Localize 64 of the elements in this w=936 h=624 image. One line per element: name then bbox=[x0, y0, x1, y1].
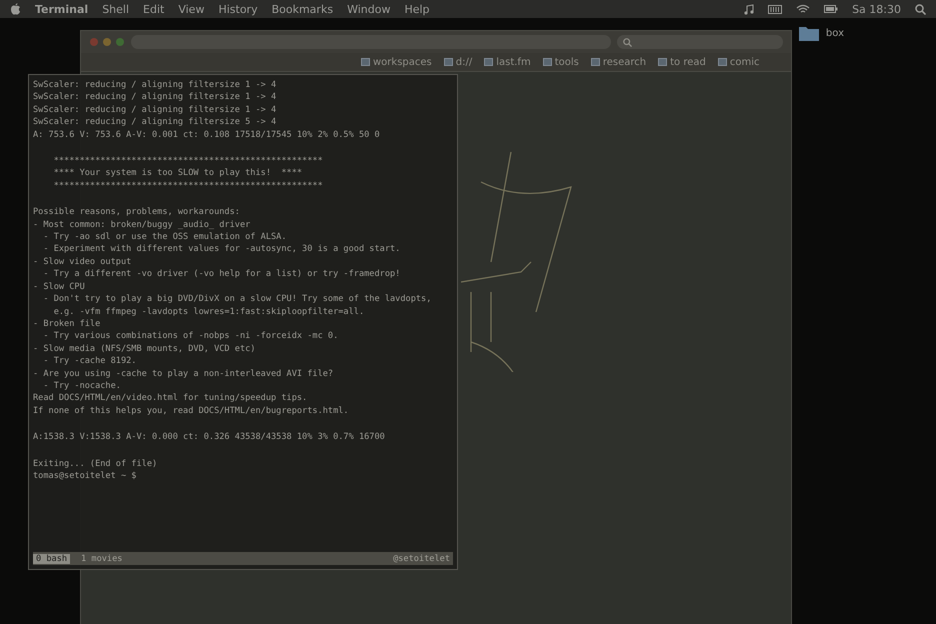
terminal-line: - Slow media (NFS/SMB mounts, DVD, VCD etc) bbox=[33, 342, 256, 356]
search-icon bbox=[623, 38, 632, 46]
terminal-line: SwScaler: reducing / aligning filtersize 1 -> 4 bbox=[33, 104, 278, 116]
search-field[interactable] bbox=[617, 35, 783, 49]
clock-text: Sa 18:30 bbox=[852, 2, 901, 16]
folder-label: box bbox=[826, 28, 844, 38]
terminal-line: Exiting... (End of file) bbox=[33, 458, 158, 470]
bookmark-link[interactable]: to read bbox=[658, 56, 706, 68]
folder-icon bbox=[361, 58, 370, 66]
apple-icon[interactable] bbox=[10, 3, 21, 15]
terminal-line: - Try a different -vo driver (-vo help for a list) or try -framedrop! bbox=[42, 268, 402, 281]
terminal-line: A:1538.3 V:1538.3 A-V: 0.000 ct: 0.326 43538/43538 10% 3% 0.7% 16700 bbox=[33, 431, 386, 444]
menu-item[interactable]: View bbox=[178, 2, 204, 16]
folder-icon bbox=[444, 58, 453, 66]
terminal-line: - Most common: broken/buggy _audio_ driver bbox=[33, 218, 252, 232]
terminal-line: - Try various combinations of -nobps -ni -forceidx -mc 0. bbox=[42, 330, 340, 343]
folder-icon bbox=[590, 58, 600, 66]
memory-icon[interactable] bbox=[768, 4, 782, 14]
window-tab[interactable]: 1 movies bbox=[78, 554, 126, 564]
terminal-line: - Don't try to play a big DVD/DivX on a slow CPU! Try some of the lavdopts, bbox=[42, 293, 432, 306]
folder-icon bbox=[658, 58, 668, 66]
wifi-icon[interactable] bbox=[796, 4, 810, 14]
host-name: @setoitelet bbox=[393, 554, 451, 564]
bookmark-link[interactable]: comic bbox=[718, 56, 760, 68]
terminal-line: - Try -cache 8192. bbox=[42, 355, 138, 368]
terminal-line: - Are you using -cache to play a non-interleaved AVI file? bbox=[33, 368, 334, 380]
terminal-line: **** Your system is too SLOW to play this! **** bbox=[52, 167, 304, 180]
terminal-line: SwScaler: reducing / aligning filtersize 5 -> 4 bbox=[33, 116, 278, 129]
folder-icon[interactable] bbox=[798, 24, 820, 42]
menu-item[interactable]: Help bbox=[404, 2, 430, 16]
menu-item[interactable]: Shell bbox=[102, 2, 130, 16]
window-tab[interactable]: 0 bash bbox=[33, 554, 70, 564]
terminal-line: Possible reasons, problems, workarounds: bbox=[33, 206, 241, 219]
bookmark-link[interactable]: workspaces bbox=[361, 56, 432, 68]
terminal-line: SwScaler: reducing / aligning filtersize 1 -> 4 bbox=[33, 91, 278, 104]
menu-item[interactable]: Window bbox=[347, 2, 390, 16]
search-icon[interactable] bbox=[915, 4, 926, 14]
music-note-icon[interactable] bbox=[744, 4, 754, 14]
folder-icon bbox=[718, 58, 727, 66]
terminal-line: - Experiment with different values for -autosync, 30 is a good start. bbox=[42, 243, 402, 256]
bookmark-link[interactable]: tools bbox=[542, 56, 579, 68]
terminal-line: - Try -ao sdl or use the OSS emulation of ALSA. bbox=[42, 231, 288, 244]
battery-icon[interactable] bbox=[824, 5, 838, 13]
bookmark-link[interactable]: d:// bbox=[444, 56, 472, 68]
terminal-line: - Broken file bbox=[33, 318, 102, 330]
menu-item[interactable]: Terminal bbox=[35, 2, 88, 16]
terminal-line: e.g. -vfm ffmpeg -lavdopts lowres=1:fast:skiploopfilter=all. bbox=[52, 306, 366, 318]
menu-item[interactable]: Edit bbox=[143, 2, 164, 16]
terminal-line: If none of this helps you, read DOCS/HTML/en/bugreports.html. bbox=[33, 404, 350, 418]
terminal-line: **************************************************** bbox=[52, 155, 324, 168]
folder-icon bbox=[542, 58, 552, 66]
menu-item[interactable]: History bbox=[218, 2, 258, 16]
bookmark-link[interactable]: last.fm bbox=[484, 56, 531, 68]
terminal-line: - Slow video output bbox=[33, 256, 132, 268]
terminal-line: **************************************************** bbox=[52, 180, 324, 192]
folder-icon bbox=[484, 58, 494, 66]
terminal-line: tomas@setoitelet ~ $ bbox=[33, 470, 138, 482]
terminal-line: - Try -nocache. bbox=[42, 380, 122, 392]
terminal-line: SwScaler: reducing / aligning filtersize 1 -> 4 bbox=[33, 79, 278, 92]
menu-item[interactable]: Bookmarks bbox=[272, 2, 334, 16]
terminal-line: Read DOCS/HTML/en/video.html for tuning/speedup tips. bbox=[33, 392, 308, 405]
terminal-line: A: 753.6 V: 753.6 A-V: 0.001 ct: 0.108 17518/17545 10% 2% 0.5% 50 0 bbox=[33, 128, 381, 142]
bookmark-link[interactable]: research bbox=[590, 56, 646, 68]
terminal-line: - Slow CPU bbox=[33, 280, 86, 294]
